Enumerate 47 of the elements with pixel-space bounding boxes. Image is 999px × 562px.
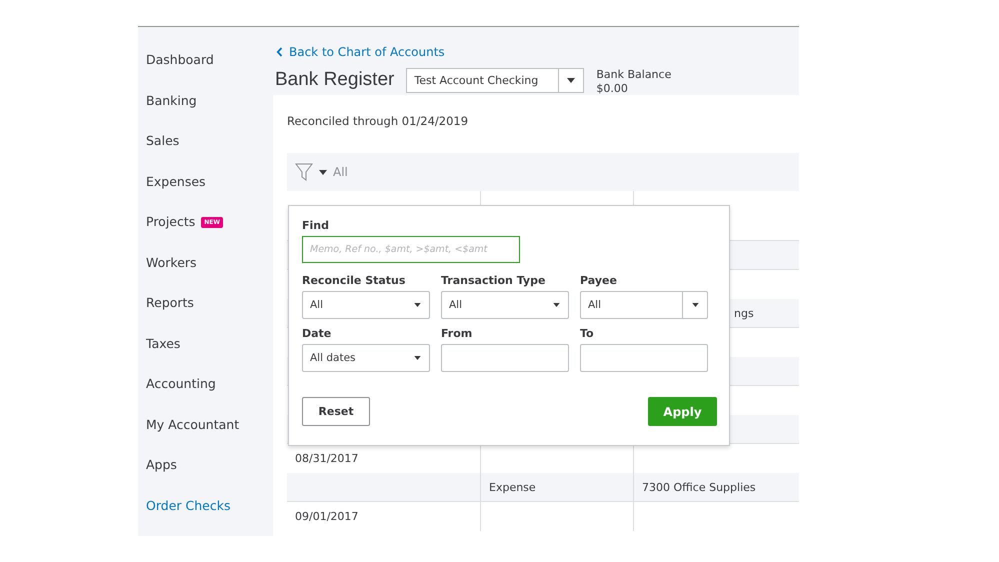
type-text: Expense (489, 481, 536, 494)
caret-down-icon[interactable] (319, 170, 327, 174)
caret-down-icon (567, 78, 576, 82)
account-text: ngs (734, 307, 754, 320)
date-field[interactable] (441, 344, 569, 372)
field-label: From (441, 327, 474, 340)
balance-label: Bank Balance (596, 68, 672, 82)
caret-down-icon (692, 303, 698, 307)
nav-item[interactable]: My Accountant (146, 416, 240, 432)
caret-down-icon (553, 303, 560, 307)
reconciled-text: Reconciled through 01/24/2019 (287, 114, 470, 130)
order-link[interactable]: Order Checks (146, 498, 230, 512)
nav-item[interactable]: Reports (146, 295, 194, 310)
date-text: 08/31/2017 (295, 452, 358, 465)
chevron-left-icon (276, 47, 283, 57)
nav-item[interactable]: Accounting (146, 376, 216, 391)
caret-down-icon (414, 303, 421, 307)
nav-item[interactable]: Expenses (146, 174, 206, 188)
field-label: Payee (580, 274, 618, 287)
nav-item[interactable]: Workers (146, 254, 197, 270)
field-label: Transaction Type (441, 274, 546, 287)
combo-field[interactable]: All (580, 291, 708, 319)
nav-item[interactable]: Projects (146, 214, 196, 229)
select-field[interactable]: All (441, 291, 569, 319)
find-field[interactable]: Memo, Ref no., $amt, >$amt, <$amt (302, 236, 520, 263)
filter-label: All (333, 165, 348, 179)
select-field[interactable]: All dates (302, 344, 430, 372)
caret-down-icon (414, 356, 421, 360)
nav-item[interactable]: Dashboard (146, 52, 214, 67)
field-label: To (580, 327, 595, 340)
select-field[interactable]: All (302, 291, 430, 319)
nav-item[interactable]: Taxes (146, 336, 180, 350)
date-text: 09/01/2017 (295, 510, 358, 523)
nav-item[interactable]: Banking (146, 92, 197, 108)
account-dropdown[interactable]: Test Account Checking (406, 68, 584, 92)
page-title: Bank Register (275, 69, 394, 91)
reset-button[interactable]: Reset (302, 397, 370, 426)
balance-amount: $0.00 (596, 82, 629, 96)
nav-item[interactable]: Sales (146, 133, 180, 148)
account-text: 7300 Office Supplies (642, 481, 756, 494)
field-label: Reconcile Status (302, 274, 406, 287)
date-field[interactable] (580, 344, 708, 372)
field-label: Date (302, 327, 332, 340)
back-link[interactable]: Back to Chart of Accounts (276, 45, 445, 59)
field-label: Find (302, 219, 330, 232)
filter-icon[interactable] (295, 163, 313, 181)
nav-item[interactable]: Apps (146, 457, 177, 472)
